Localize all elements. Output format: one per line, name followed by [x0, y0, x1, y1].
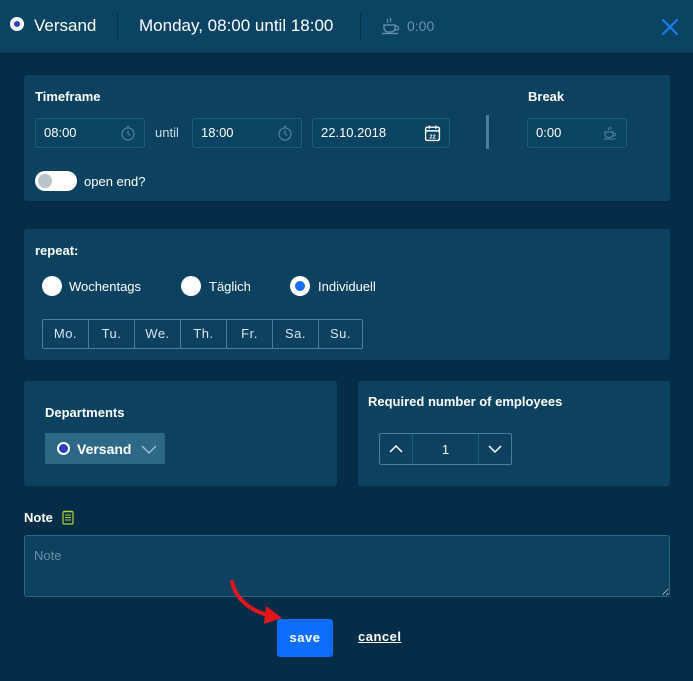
header-time-range: Monday, 08:00 until 18:00 — [139, 16, 334, 35]
break-divider — [486, 115, 489, 149]
chevron-down-icon — [488, 445, 502, 454]
calendar-day-number: 22 — [429, 134, 436, 140]
day-button-tuesday[interactable]: Tu. — [89, 320, 135, 348]
day-button-saturday[interactable]: Sa. — [273, 320, 319, 348]
end-time-input[interactable]: 18:00 — [192, 118, 302, 148]
employees-title: Required number of employees — [368, 394, 563, 409]
start-time-input[interactable]: 08:00 — [35, 118, 145, 148]
employees-count[interactable]: 1 — [412, 442, 479, 457]
department-select[interactable]: Versand — [45, 433, 165, 464]
date-value: 22.10.2018 — [321, 125, 387, 140]
weekday-selector: Mo. Tu. We. Th. Fr. Sa. Su. — [42, 319, 363, 349]
break-input[interactable]: 0:00 — [527, 118, 627, 148]
clock-icon — [278, 125, 292, 141]
header-divider — [117, 13, 118, 39]
radio-label-individuell: Individuell — [318, 279, 376, 294]
repeat-title: repeat: — [35, 243, 79, 258]
chevron-up-icon — [389, 444, 403, 453]
radio-wochentags[interactable] — [42, 276, 62, 296]
end-time-value: 18:00 — [201, 125, 234, 140]
radio-label-taeglich: Täglich — [209, 279, 251, 294]
radio-individuell[interactable] — [290, 276, 310, 296]
date-input[interactable]: 22.10.2018 22 — [312, 118, 450, 148]
until-label: until — [155, 125, 179, 140]
open-end-label: open end? — [84, 174, 146, 189]
cancel-button[interactable]: cancel — [358, 629, 401, 644]
day-button-friday[interactable]: Fr. — [227, 320, 273, 348]
toggle-knob — [38, 174, 52, 188]
header-break-value: 0:00 — [407, 18, 435, 34]
department-selected: Versand — [77, 441, 132, 457]
employees-stepper: 1 — [379, 433, 512, 465]
radio-label-wochentags: Wochentags — [69, 279, 142, 294]
header-divider — [360, 13, 361, 39]
start-time-value: 08:00 — [44, 125, 77, 140]
coffee-cup-icon — [603, 126, 616, 140]
department-dot-icon — [10, 17, 24, 31]
note-textarea[interactable] — [24, 535, 670, 597]
day-button-wednesday[interactable]: We. — [135, 320, 181, 348]
note-label: Note — [24, 510, 53, 525]
save-button[interactable]: save — [277, 619, 333, 657]
day-button-monday[interactable]: Mo. — [43, 320, 89, 348]
header-department: Versand — [34, 16, 97, 35]
decrement-button[interactable] — [478, 434, 511, 464]
increment-button[interactable] — [380, 434, 413, 464]
radio-taeglich[interactable] — [181, 276, 201, 296]
notepad-icon — [62, 510, 74, 525]
calendar-icon[interactable]: 22 — [424, 124, 441, 142]
chevron-down-icon — [141, 445, 157, 454]
coffee-cup-icon — [382, 17, 400, 35]
break-title: Break — [528, 89, 565, 104]
open-end-toggle[interactable] — [35, 171, 77, 191]
break-value: 0:00 — [536, 125, 562, 140]
clock-icon — [121, 125, 135, 141]
departments-title: Departments — [45, 405, 125, 420]
modal-header: Versand Monday, 08:00 until 18:00 0:00 — [0, 0, 693, 53]
close-icon[interactable] — [659, 16, 681, 38]
day-button-thursday[interactable]: Th. — [181, 320, 227, 348]
timeframe-title: Timeframe — [35, 89, 101, 104]
day-button-sunday[interactable]: Su. — [319, 320, 362, 348]
department-dot-icon — [57, 442, 70, 455]
